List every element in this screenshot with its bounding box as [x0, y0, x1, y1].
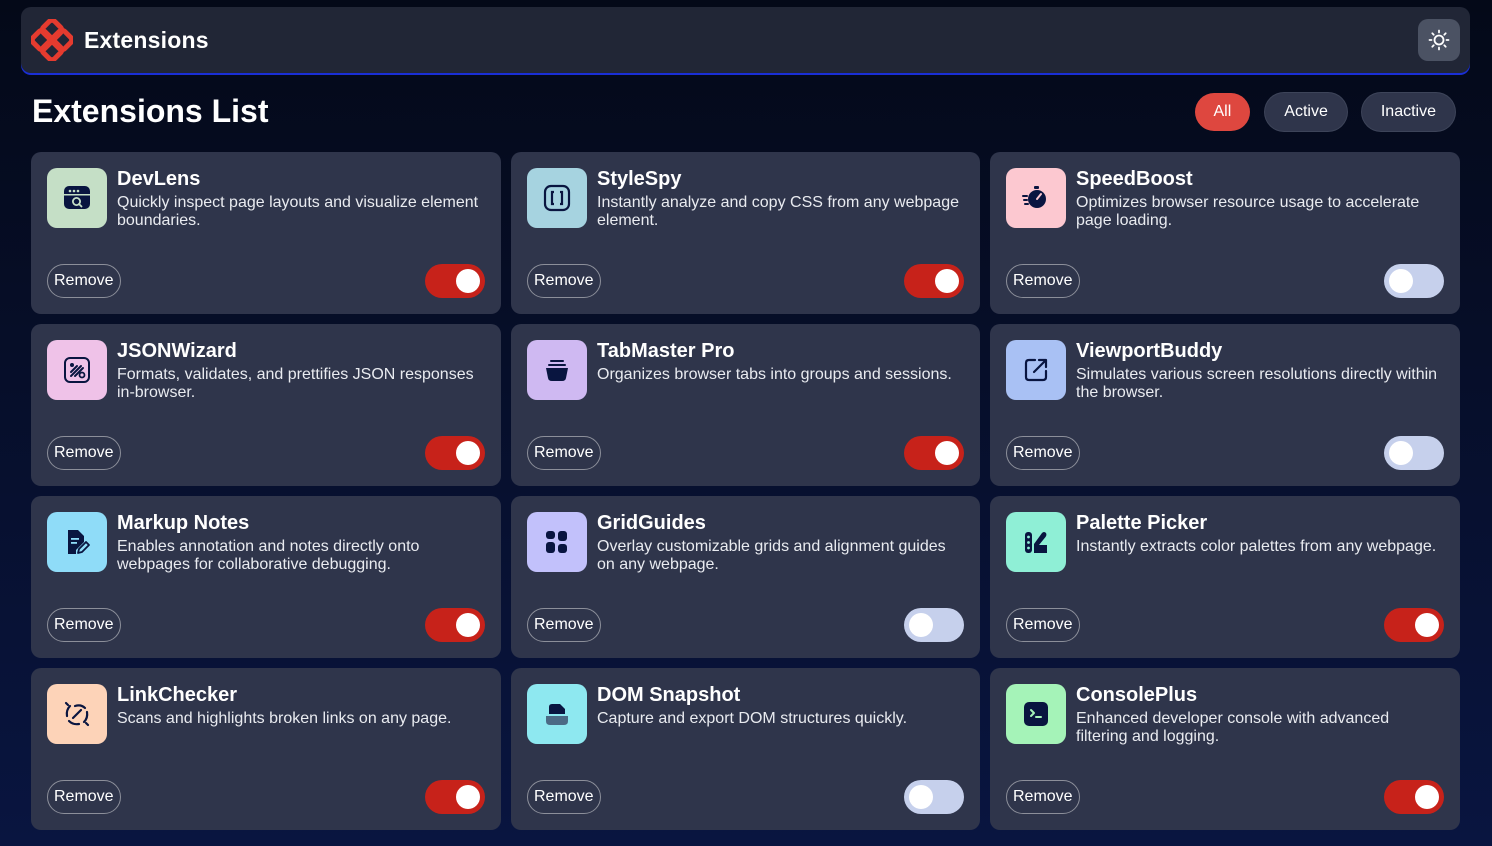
extension-name: ViewportBuddy: [1076, 340, 1223, 362]
domsnapshot-icon: [527, 684, 587, 744]
active-toggle[interactable]: [1384, 780, 1444, 814]
extension-card: StyleSpy Instantly analyze and copy CSS …: [511, 152, 980, 314]
active-toggle[interactable]: [1384, 608, 1444, 642]
extension-description: Optimizes browser resource usage to acce…: [1076, 194, 1420, 229]
active-toggle[interactable]: [1384, 436, 1444, 470]
extension-name: LinkChecker: [117, 684, 238, 706]
extension-name: StyleSpy: [597, 168, 682, 190]
top-bar: Extensions: [21, 7, 1470, 73]
toggle-knob: [456, 613, 480, 637]
toggle-knob: [456, 785, 480, 809]
remove-button[interactable]: Remove: [47, 264, 121, 298]
extension-description: Quickly inspect page layouts and visuali…: [117, 194, 479, 229]
viewportbuddy-icon: [1006, 340, 1066, 400]
active-toggle[interactable]: [425, 780, 485, 814]
extension-card: TabMaster Pro Organizes browser tabs int…: [511, 324, 980, 486]
toggle-knob: [935, 441, 959, 465]
jsonwizard-icon: [47, 340, 107, 400]
toggle-knob: [1415, 613, 1439, 637]
palettepicker-icon: [1006, 512, 1066, 572]
brand: Extensions: [30, 18, 209, 62]
consoleplus-icon: [1006, 684, 1066, 744]
remove-button[interactable]: Remove: [47, 608, 121, 642]
extension-description: Overlay customizable grids and alignment…: [597, 538, 946, 573]
filter-inactive-button[interactable]: Inactive: [1361, 93, 1455, 131]
extension-card: Palette Picker Instantly extracts color …: [990, 496, 1460, 658]
toggle-knob: [1415, 785, 1439, 809]
remove-button[interactable]: Remove: [527, 264, 601, 298]
extension-name: DOM Snapshot: [597, 684, 741, 706]
brand-name: Extensions: [84, 26, 209, 53]
remove-button[interactable]: Remove: [527, 436, 601, 470]
theme-toggle-button[interactable]: [1418, 19, 1460, 61]
active-toggle[interactable]: [904, 264, 964, 298]
extension-card: ViewportBuddy Simulates various screen r…: [990, 324, 1460, 486]
extension-name: GridGuides: [597, 512, 706, 534]
extension-name: SpeedBoost: [1076, 168, 1193, 190]
extension-description: Formats, validates, and prettifies JSON …: [117, 366, 474, 401]
toggle-knob: [456, 269, 480, 293]
extension-name: DevLens: [117, 168, 201, 190]
remove-button[interactable]: Remove: [527, 780, 601, 814]
filter-active-button[interactable]: Active: [1265, 93, 1347, 131]
extension-name: ConsolePlus: [1076, 684, 1198, 706]
extension-description: Capture and export DOM structures quickl…: [597, 710, 908, 727]
extension-description: Scans and highlights broken links on any…: [117, 710, 452, 727]
remove-button[interactable]: Remove: [527, 608, 601, 642]
extension-card: DevLens Quickly inspect page layouts and…: [31, 152, 501, 314]
filter-group: All Active Inactive: [1194, 93, 1455, 131]
devlens-icon: [47, 168, 107, 228]
active-toggle[interactable]: [425, 264, 485, 298]
filter-all-button[interactable]: All: [1194, 93, 1251, 131]
active-toggle[interactable]: [425, 436, 485, 470]
remove-button[interactable]: Remove: [1006, 264, 1080, 298]
remove-button[interactable]: Remove: [47, 436, 121, 470]
remove-button[interactable]: Remove: [1006, 780, 1080, 814]
linkchecker-icon: [47, 684, 107, 744]
extension-card: DOM Snapshot Capture and export DOM stru…: [511, 668, 980, 830]
tabmaster-icon: [527, 340, 587, 400]
sun-icon: [1428, 29, 1450, 51]
extension-name: TabMaster Pro: [597, 340, 735, 362]
extension-description: Instantly extracts color palettes from a…: [1076, 538, 1437, 555]
extension-description: Enables annotation and notes directly on…: [117, 538, 420, 573]
speedboost-icon: [1006, 168, 1066, 228]
toggle-knob: [456, 441, 480, 465]
extension-card: SpeedBoost Optimizes browser resource us…: [990, 152, 1460, 314]
active-toggle[interactable]: [425, 608, 485, 642]
markupnotes-icon: [47, 512, 107, 572]
extension-card: GridGuides Overlay customizable grids an…: [511, 496, 980, 658]
stylespy-icon: [527, 168, 587, 228]
remove-button[interactable]: Remove: [1006, 608, 1080, 642]
page-title: Extensions List: [32, 93, 269, 129]
extension-card: ConsolePlus Enhanced developer console w…: [990, 668, 1460, 830]
logo-icon: [30, 18, 74, 62]
extension-card: JSONWizard Formats, validates, and prett…: [31, 324, 501, 486]
extension-description: Instantly analyze and copy CSS from any …: [597, 194, 959, 229]
extension-card: LinkChecker Scans and highlights broken …: [31, 668, 501, 830]
active-toggle[interactable]: [904, 608, 964, 642]
extension-description: Organizes browser tabs into groups and s…: [597, 366, 952, 383]
extension-name: JSONWizard: [117, 340, 237, 362]
extension-card: Markup Notes Enables annotation and note…: [31, 496, 501, 658]
remove-button[interactable]: Remove: [47, 780, 121, 814]
extensions-grid: DevLens Quickly inspect page layouts and…: [31, 152, 1460, 830]
remove-button[interactable]: Remove: [1006, 436, 1080, 470]
active-toggle[interactable]: [904, 780, 964, 814]
extension-name: Palette Picker: [1076, 512, 1208, 534]
active-toggle[interactable]: [1384, 264, 1444, 298]
toggle-knob: [909, 785, 933, 809]
gridguides-icon: [527, 512, 587, 572]
active-toggle[interactable]: [904, 436, 964, 470]
extension-description: Simulates various screen resolutions dir…: [1076, 366, 1438, 401]
extension-name: Markup Notes: [117, 512, 250, 534]
toggle-knob: [1389, 269, 1413, 293]
toggle-knob: [1389, 441, 1413, 465]
toggle-knob: [909, 613, 933, 637]
toggle-knob: [935, 269, 959, 293]
extension-description: Enhanced developer console with advanced…: [1076, 710, 1390, 745]
